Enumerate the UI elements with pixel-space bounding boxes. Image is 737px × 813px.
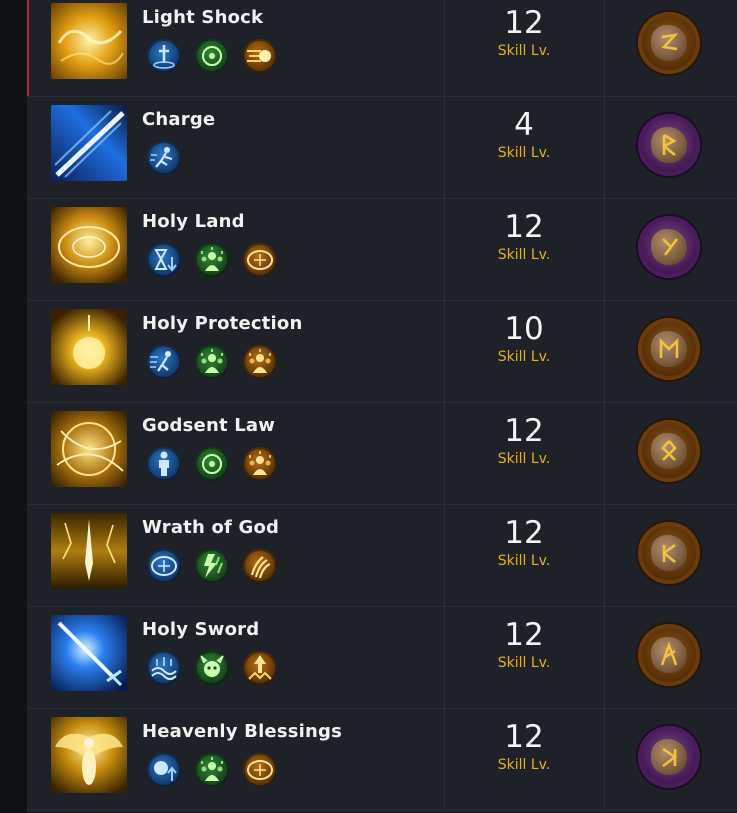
sword-strike-icon <box>147 39 181 73</box>
skill-row-godsent-law[interactable]: Godsent Law 12 Skill Lv. <box>27 403 737 505</box>
area-icon <box>147 549 181 583</box>
skill-row-heavenly-blessings[interactable]: Heavenly Blessings 12 Skill Lv. <box>27 709 737 811</box>
skill-level-value: 12 <box>504 5 544 41</box>
dash-icon <box>147 141 181 175</box>
party-shield-icon <box>243 345 277 379</box>
charge-icon <box>51 105 127 181</box>
skill-row-holy-sword[interactable]: Holy Sword 12 Skill Lv. <box>27 607 737 709</box>
skill-level-label: Skill Lv. <box>497 451 551 467</box>
skill-name: Holy Sword <box>142 619 260 640</box>
skill-level: 12 Skill Lv. <box>444 209 604 263</box>
skill-row-charge[interactable]: Charge 4 Skill Lv. <box>27 97 737 199</box>
skill-level-label: Skill Lv. <box>497 145 551 161</box>
skill-level: 12 Skill Lv. <box>444 5 604 59</box>
lightning-icon <box>195 549 229 583</box>
skill-level: 12 Skill Lv. <box>444 413 604 467</box>
rune-icon[interactable] <box>638 522 700 584</box>
skill-level-label: Skill Lv. <box>497 43 551 59</box>
skill-level: 12 Skill Lv. <box>444 617 604 671</box>
godsent-law-icon <box>51 411 127 487</box>
column-divider <box>604 97 605 198</box>
skill-row-wrath-of-god[interactable]: Wrath of God 12 Skill Lv. <box>27 505 737 607</box>
column-divider <box>604 709 605 810</box>
column-divider <box>604 607 605 708</box>
holy-sword-icon <box>51 615 127 691</box>
skill-level-value: 12 <box>504 719 544 755</box>
skill-level-value: 12 <box>504 515 544 551</box>
skill-name: Heavenly Blessings <box>142 721 343 742</box>
skill-row-holy-land[interactable]: Holy Land 12 Skill Lv. <box>27 199 737 301</box>
skill-name: Light Shock <box>142 7 264 28</box>
rune-icon[interactable] <box>638 12 700 74</box>
skill-level: 4 Skill Lv. <box>444 107 604 161</box>
skill-level: 12 Skill Lv. <box>444 515 604 569</box>
skill-row-holy-protection[interactable]: Holy Protection 10 Skill Lv. <box>27 301 737 403</box>
skill-level-value: 12 <box>504 209 544 245</box>
wave-icon <box>147 651 181 685</box>
skill-table: Light Shock 12 Skill Lv. Charge 4 Skill … <box>27 0 737 813</box>
holy-land-icon <box>51 207 127 283</box>
claw-icon <box>243 549 277 583</box>
skill-level-value: 12 <box>504 413 544 449</box>
target-icon <box>195 447 229 481</box>
holy-protection-icon <box>51 309 127 385</box>
heavenly-blessings-icon <box>51 717 127 793</box>
column-divider <box>604 403 605 504</box>
rune-icon[interactable] <box>638 114 700 176</box>
skill-level-label: Skill Lv. <box>497 655 551 671</box>
stand-icon <box>147 447 181 481</box>
column-divider <box>604 505 605 606</box>
skill-row-light-shock[interactable]: Light Shock 12 Skill Lv. <box>27 0 737 97</box>
skill-level-value: 4 <box>514 107 534 143</box>
skill-name: Wrath of God <box>142 517 280 538</box>
skill-name: Charge <box>142 109 216 130</box>
skill-level-value: 10 <box>504 311 544 347</box>
rune-icon[interactable] <box>638 624 700 686</box>
hourglass-down-icon <box>147 243 181 277</box>
area-icon <box>243 753 277 787</box>
column-divider <box>604 199 605 300</box>
skill-level-label: Skill Lv. <box>497 553 551 569</box>
skill-level-label: Skill Lv. <box>497 247 551 263</box>
skill-level: 10 Skill Lv. <box>444 311 604 365</box>
skill-level-value: 12 <box>504 617 544 653</box>
party-shield-icon <box>243 447 277 481</box>
skill-level-label: Skill Lv. <box>497 757 551 773</box>
column-divider <box>604 301 605 402</box>
light-shock-icon <box>51 3 127 79</box>
wrath-of-god-icon <box>51 513 127 589</box>
burst-up-icon <box>243 651 277 685</box>
skill-name: Holy Land <box>142 211 245 232</box>
column-divider <box>604 0 605 96</box>
party-buff-icon <box>195 753 229 787</box>
speed-icon <box>147 345 181 379</box>
skill-level-label: Skill Lv. <box>497 349 551 365</box>
rune-icon[interactable] <box>638 216 700 278</box>
party-buff-icon <box>195 345 229 379</box>
party-buff-icon <box>195 243 229 277</box>
skill-level: 12 Skill Lv. <box>444 719 604 773</box>
demon-icon <box>195 651 229 685</box>
projectile-icon <box>243 39 277 73</box>
left-rail <box>0 0 27 813</box>
area-icon <box>243 243 277 277</box>
orb-up-icon <box>147 753 181 787</box>
skill-name: Holy Protection <box>142 313 303 334</box>
target-icon <box>195 39 229 73</box>
rune-icon[interactable] <box>638 420 700 482</box>
rune-icon[interactable] <box>638 726 700 788</box>
rune-icon[interactable] <box>638 318 700 380</box>
skill-name: Godsent Law <box>142 415 276 436</box>
